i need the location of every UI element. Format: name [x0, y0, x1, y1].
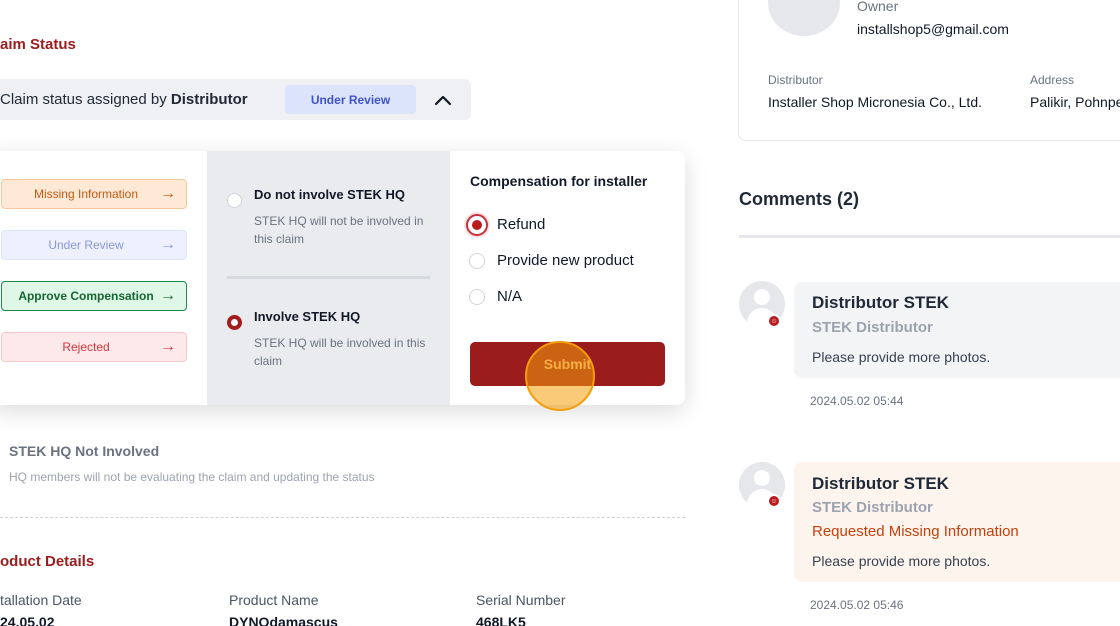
hq-option-title: Involve STEK HQ	[254, 309, 361, 324]
status-option-label: Approve Compensation	[18, 289, 154, 303]
comment-time: 2024.05.02 05:46	[810, 598, 904, 612]
comment-role: STEK Distributor	[812, 319, 933, 336]
hq-option-title: Do not involve STEK HQ	[254, 187, 405, 202]
assigned-prefix: Claim status assigned by	[0, 91, 171, 108]
compensation-option-label[interactable]: Refund	[497, 216, 545, 233]
current-status-badge: Under Review	[285, 85, 416, 114]
status-option-label: Rejected	[62, 340, 110, 354]
installation-date-label: tallation Date	[0, 592, 82, 608]
hq-status-title: STEK HQ Not Involved	[9, 443, 160, 459]
assigned-by: Distributor	[170, 91, 248, 108]
distributor-value: Installer Shop Micronesia Co., Ltd.	[768, 94, 982, 110]
status-option-under-review[interactable]: Under Review →	[1, 230, 187, 260]
claim-status-title: aim Status	[0, 36, 76, 53]
owner-email: installshop5@gmail.com	[857, 21, 1009, 37]
status-option-label: Missing Information	[33, 187, 139, 201]
owner-label: Owner	[857, 0, 899, 14]
product-details-title: oduct Details	[0, 553, 95, 570]
divider	[0, 517, 685, 518]
hq-option-desc: STEK HQ will be involved in this claim	[254, 336, 426, 368]
serial-number-value: 468LK5	[476, 614, 526, 626]
comment-time: 2024.05.02 05:44	[810, 394, 904, 408]
click-indicator	[525, 341, 595, 411]
comment-request: Requested Missing Information	[812, 523, 1019, 540]
installation-date-value: 24.05.02	[0, 614, 55, 626]
distributor-badge-icon: ☺	[767, 494, 781, 508]
comment-author: Distributor STEK	[812, 293, 949, 312]
comment-text: Please provide more photos.	[812, 349, 991, 365]
hq-option-involve-radio[interactable]	[227, 315, 242, 330]
distributor-badge-icon: ☺	[767, 314, 781, 328]
compensation-option-label[interactable]: N/A	[497, 288, 522, 305]
arrow-right-icon: →	[160, 287, 176, 304]
compensation-na-radio[interactable]	[469, 289, 485, 305]
status-option-missing-information[interactable]: Missing Information →	[1, 179, 187, 209]
chevron-up-icon[interactable]	[430, 88, 456, 112]
compensation-option-label[interactable]: Provide new product	[497, 252, 634, 269]
comments-title: Comments (2)	[739, 189, 860, 209]
hq-option-not-involve-radio[interactable]	[227, 193, 242, 208]
serial-number-label: Serial Number	[476, 592, 566, 608]
product-name-value: DYNOdamascus	[229, 614, 338, 626]
arrow-right-icon: →	[160, 185, 176, 202]
arrow-right-icon: →	[160, 236, 176, 253]
status-option-approve-compensation[interactable]: Approve Compensation →	[1, 281, 187, 311]
compensation-new-product-radio[interactable]	[469, 253, 485, 269]
compensation-title: Compensation for installer	[470, 173, 648, 189]
comment-role: STEK Distributor	[812, 499, 933, 516]
hq-option-desc: STEK HQ will not be involved in this cla…	[254, 214, 424, 246]
distributor-label: Distributor	[768, 73, 823, 87]
arrow-right-icon: →	[160, 338, 176, 355]
address-value: Palikir, Pohnpe	[1030, 94, 1120, 110]
divider	[227, 276, 430, 279]
claim-status-assigned-text: Claim status assigned by Distributor	[0, 91, 248, 108]
status-option-rejected[interactable]: Rejected →	[1, 332, 187, 362]
divider	[739, 235, 1120, 238]
comment-author: Distributor STEK	[812, 474, 949, 493]
product-name-label: Product Name	[229, 592, 319, 608]
address-label: Address	[1030, 73, 1075, 87]
comment-text: Please provide more photos.	[812, 553, 991, 569]
status-option-label: Under Review	[48, 238, 124, 252]
hq-status-desc: HQ members will not be evaluating the cl…	[9, 470, 375, 484]
compensation-refund-radio[interactable]	[466, 214, 488, 236]
